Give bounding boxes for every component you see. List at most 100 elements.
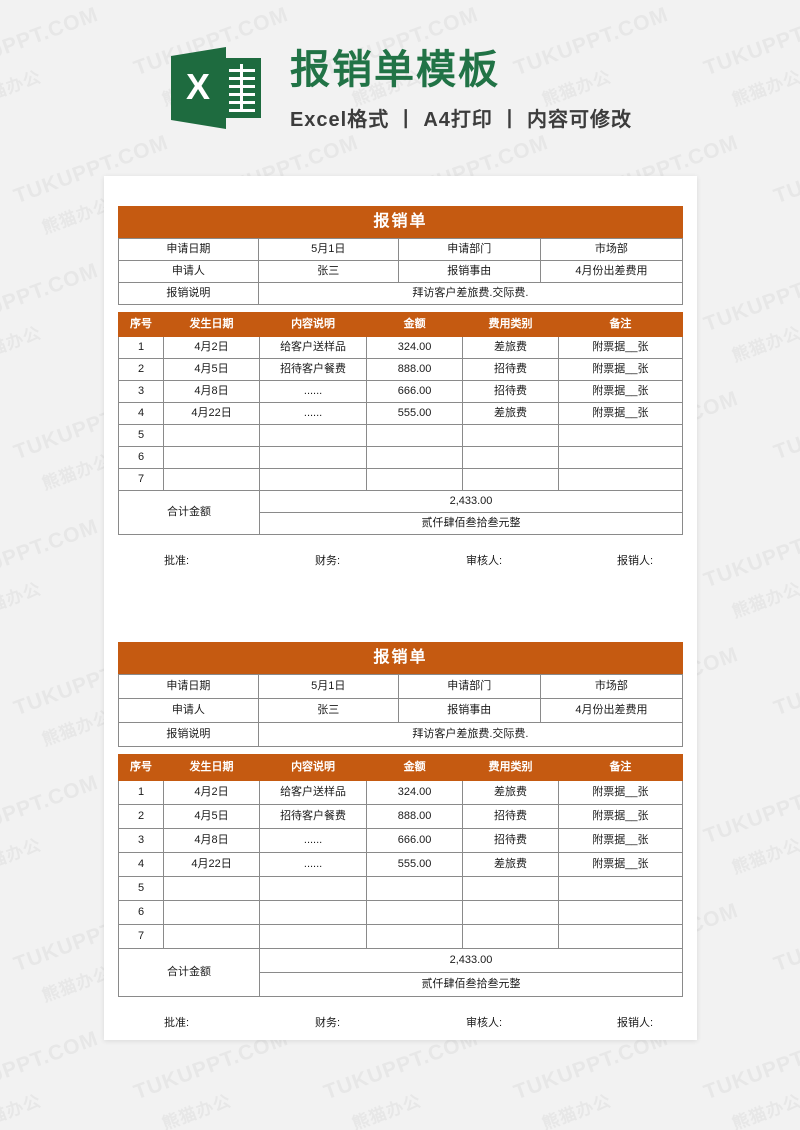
cell-desc[interactable] <box>258 446 368 469</box>
cell-desc[interactable]: ...... <box>258 380 368 403</box>
date-value[interactable]: 5月1日 <box>257 238 399 261</box>
cell-type[interactable] <box>462 900 559 925</box>
cell-type[interactable]: 差旅费 <box>462 336 559 359</box>
cell-amount[interactable]: 888.00 <box>366 358 464 381</box>
signature-field[interactable]: 报销人: <box>617 552 653 568</box>
cell-remark[interactable] <box>557 468 684 491</box>
reason-value[interactable]: 4月份出差费用 <box>539 260 684 283</box>
date-value[interactable]: 5月1日 <box>257 674 399 699</box>
watermark-text: TUKUPPT.COM <box>700 514 800 593</box>
applicant-value[interactable]: 张三 <box>257 698 399 723</box>
cell-remark[interactable] <box>557 924 684 949</box>
cell-amount[interactable]: 666.00 <box>366 828 464 853</box>
applicant-value[interactable]: 张三 <box>257 260 399 283</box>
cell-remark[interactable] <box>557 446 684 469</box>
cell-date[interactable] <box>163 424 260 447</box>
reason-value[interactable]: 4月份出差费用 <box>539 698 684 723</box>
cell-remark[interactable]: 附票据__张 <box>557 402 684 425</box>
cell-desc[interactable] <box>258 424 368 447</box>
cell-remark[interactable]: 附票据__张 <box>557 780 684 805</box>
cell-date[interactable]: 4月2日 <box>163 780 260 805</box>
column-header: 发生日期 <box>163 754 260 781</box>
cell-remark[interactable]: 附票据__张 <box>557 828 684 853</box>
table-row: 申请日期 5月1日 申请部门 市场部 <box>118 674 684 699</box>
cell-date[interactable] <box>163 446 260 469</box>
cell-desc[interactable]: 给客户送样品 <box>258 336 368 359</box>
cell-date[interactable]: 4月22日 <box>163 852 260 877</box>
cell-amount[interactable]: 555.00 <box>366 402 464 425</box>
cell-desc[interactable]: 给客户送样品 <box>258 780 368 805</box>
cell-amount[interactable] <box>366 424 464 447</box>
cell-desc[interactable]: ...... <box>258 402 368 425</box>
cell-desc[interactable]: 招待客户餐费 <box>258 358 368 381</box>
cell-amount[interactable]: 324.00 <box>366 780 464 805</box>
cell-date[interactable]: 4月2日 <box>163 336 260 359</box>
cell-type[interactable]: 招待费 <box>462 828 559 853</box>
column-header: 金额 <box>366 312 464 337</box>
cell-desc[interactable] <box>258 876 368 901</box>
cell-type[interactable]: 差旅费 <box>462 780 559 805</box>
cell-desc[interactable]: ...... <box>258 852 368 877</box>
cell-desc[interactable]: 招待客户餐费 <box>258 804 368 829</box>
cell-remark[interactable]: 附票据__张 <box>557 358 684 381</box>
cell-type[interactable]: 招待费 <box>462 804 559 829</box>
cell-amount[interactable] <box>366 468 464 491</box>
cell-desc[interactable]: ...... <box>258 828 368 853</box>
table-row: 6 <box>117 900 684 925</box>
cell-amount[interactable] <box>366 876 464 901</box>
cell-amount[interactable] <box>366 446 464 469</box>
cell-remark[interactable] <box>557 876 684 901</box>
cell-date[interactable]: 4月5日 <box>163 358 260 381</box>
page-title: 报销单模板 <box>289 47 500 92</box>
cell-date[interactable] <box>163 468 260 491</box>
cell-no: 1 <box>117 780 165 805</box>
cell-remark[interactable] <box>557 900 684 925</box>
signature-field[interactable]: 审核人: <box>466 552 617 568</box>
cell-type[interactable]: 差旅费 <box>462 852 559 877</box>
cell-amount[interactable]: 888.00 <box>366 804 464 829</box>
cell-type[interactable]: 招待费 <box>462 358 559 381</box>
cell-date[interactable] <box>163 924 260 949</box>
cell-date[interactable]: 4月5日 <box>163 804 260 829</box>
column-header: 内容说明 <box>258 754 368 781</box>
signature-field[interactable]: 审核人: <box>466 1014 617 1030</box>
signature-field[interactable]: 报销人: <box>617 1014 653 1030</box>
cell-date[interactable]: 4月8日 <box>163 828 260 853</box>
cell-remark[interactable]: 附票据__张 <box>557 336 684 359</box>
watermark-text: 熊猫办公 <box>0 579 44 622</box>
cell-date[interactable] <box>163 876 260 901</box>
cell-date[interactable]: 4月22日 <box>163 402 260 425</box>
cell-desc[interactable] <box>258 900 368 925</box>
cell-amount[interactable] <box>366 900 464 925</box>
cell-desc[interactable] <box>258 468 368 491</box>
signature-field[interactable]: 批准: <box>164 1014 315 1030</box>
cell-amount[interactable]: 666.00 <box>366 380 464 403</box>
cell-remark[interactable]: 附票据__张 <box>557 804 684 829</box>
info-table: 申请日期 5月1日 申请部门 市场部 申请人 张三 报销事由 4月份出差费用 报… <box>118 674 684 747</box>
cell-type[interactable] <box>462 446 559 469</box>
signature-field[interactable]: 批准: <box>164 552 315 568</box>
cell-amount[interactable]: 555.00 <box>366 852 464 877</box>
cell-remark[interactable]: 附票据__张 <box>557 380 684 403</box>
cell-type[interactable] <box>462 924 559 949</box>
signature-field[interactable]: 财务: <box>315 552 466 568</box>
dept-value[interactable]: 市场部 <box>539 238 684 261</box>
cell-date[interactable]: 4月8日 <box>163 380 260 403</box>
cell-type[interactable] <box>462 468 559 491</box>
cell-remark[interactable] <box>557 424 684 447</box>
cell-amount[interactable] <box>366 924 464 949</box>
cell-type[interactable] <box>462 424 559 447</box>
cell-type[interactable] <box>462 876 559 901</box>
cell-remark[interactable]: 附票据__张 <box>557 852 684 877</box>
cell-type[interactable]: 招待费 <box>462 380 559 403</box>
cell-desc[interactable] <box>258 924 368 949</box>
expense-table: 序号 发生日期 内容说明 金额 费用类别 备注 1 4月2日 给客户送样品 324.00 差旅费 附票… <box>117 312 684 535</box>
dept-value[interactable]: 市场部 <box>539 674 684 699</box>
note-value[interactable]: 拜访客户差旅费.交际费. <box>257 282 684 305</box>
cell-date[interactable] <box>163 900 260 925</box>
note-value[interactable]: 拜访客户差旅费.交际费. <box>257 722 684 747</box>
signature-field[interactable]: 财务: <box>315 1014 466 1030</box>
cell-type[interactable]: 差旅费 <box>462 402 559 425</box>
cell-amount[interactable]: 324.00 <box>366 336 464 359</box>
page-banner: X 报销单模板 Excel格式 丨 A4打印 丨 内容可修改 <box>0 0 800 176</box>
